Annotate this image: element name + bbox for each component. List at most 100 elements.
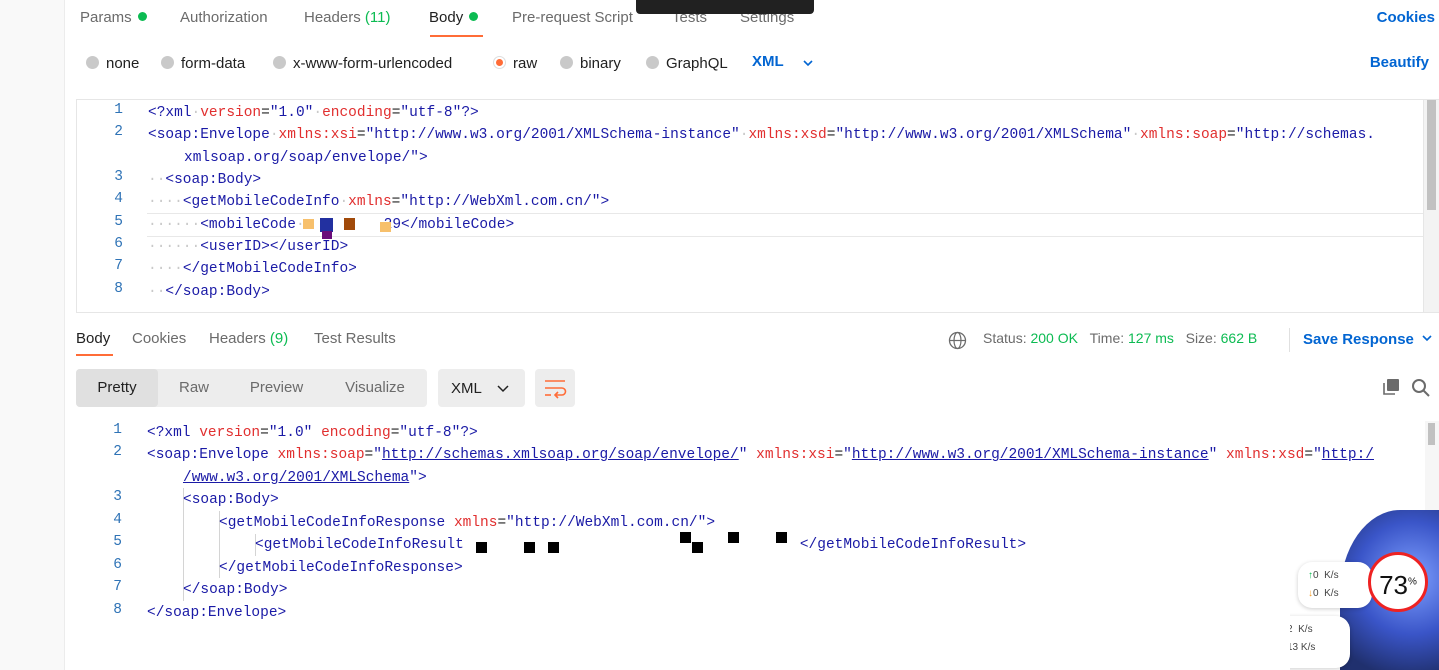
redaction-block (776, 532, 787, 543)
status-code[interactable]: 200 OK (1030, 330, 1077, 346)
line-number: 4 (113, 512, 122, 528)
redaction-block (728, 532, 739, 543)
radio-none[interactable]: none (86, 55, 139, 72)
schema-link[interactable]: http:/ (1322, 447, 1374, 463)
beautify-button[interactable]: Beautify (1370, 54, 1429, 71)
line-number: 5 (114, 214, 123, 230)
wrap-lines-button[interactable] (535, 369, 575, 407)
tab-authorization[interactable]: Authorization (180, 9, 268, 26)
line-number: 2 (113, 444, 122, 460)
code-line: </getMobileCodeInfoResponse> (219, 560, 463, 576)
line-number: 5 (113, 534, 122, 550)
copy-icon[interactable] (1381, 378, 1401, 401)
line-number: 1 (113, 422, 122, 438)
cpu-gauge: 73% (1368, 552, 1428, 612)
code-line-wrapped: xmlsoap.org/soap/envelope/"> (184, 150, 428, 166)
language-select[interactable]: XML (752, 53, 784, 70)
response-body-viewer[interactable]: 1 2 3 4 5 6 7 8 <?xml version="1.0" enco… (76, 421, 1439, 670)
code-line: ··<soap:Body> (148, 172, 262, 188)
response-tab-body[interactable]: Body (76, 330, 110, 347)
tab-headers[interactable]: Headers (11) (304, 9, 390, 26)
code-line: <getMobileCodeInfoResult </getMobileCodeI… (255, 537, 1027, 553)
radio-graphql[interactable]: GraphQL (646, 55, 728, 72)
view-mode-group: Pretty Raw Preview Visualize (76, 369, 427, 407)
cookies-link[interactable]: Cookies (1377, 9, 1435, 26)
left-gutter (0, 0, 65, 670)
line-number: 1 (114, 102, 123, 118)
radio-x-www-form-urlencoded[interactable]: x-www-form-urlencoded (273, 55, 452, 72)
line-number: 2 (114, 124, 123, 140)
tab-pre-request-script[interactable]: Pre-request Script (512, 9, 633, 26)
speed-card: ↑0 K/s ↓0 K/s (1298, 562, 1372, 608)
redaction-block (320, 218, 333, 232)
line-number: 7 (113, 579, 122, 595)
globe-icon[interactable] (948, 331, 967, 355)
view-raw-button[interactable]: Raw (158, 369, 230, 407)
code-line: <soap:Body> (183, 492, 279, 508)
save-response-button[interactable]: Save Response (1303, 331, 1434, 348)
code-line-wrapped: /www.w3.org/2001/XMLSchema"> (183, 470, 427, 486)
tab-params[interactable]: Params (80, 9, 147, 26)
schema-link[interactable]: /www.w3.org/2001/XMLSchema (183, 470, 409, 486)
active-tab-underline (430, 35, 483, 37)
code-line: <getMobileCodeInfoResponse xmlns="http:/… (219, 515, 716, 531)
speed-card: ↑2 K/s ↓13 K/s (1290, 616, 1350, 668)
radio-binary[interactable]: binary (560, 55, 621, 72)
body-type-radios: none form-data x-www-form-urlencoded raw… (86, 52, 1439, 76)
view-preview-button[interactable]: Preview (230, 369, 323, 407)
scrollbar-thumb[interactable] (1427, 100, 1436, 210)
active-tab-underline (76, 354, 113, 356)
chevron-down-icon (496, 379, 510, 400)
params-dot-indicator (137, 12, 147, 21)
tab-body[interactable]: Body (429, 9, 479, 26)
radio-raw[interactable]: raw (493, 55, 537, 72)
line-number: 6 (113, 557, 122, 573)
schema-link[interactable]: http://schemas.xmlsoap.org/soap/envelope… (382, 447, 739, 463)
code-line: <?xml version="1.0" encoding="utf-8"?> (147, 425, 478, 441)
format-select[interactable]: XML (438, 369, 525, 407)
line-number: 4 (114, 191, 123, 207)
response-time[interactable]: 127 ms (1128, 330, 1174, 346)
view-pretty-button[interactable]: Pretty (76, 369, 158, 407)
code-line: <?xml·version="1.0"·encoding="utf-8"?> (148, 105, 479, 121)
code-line: <soap:Envelope·xmlns:xsi="http://www.w3.… (148, 127, 1375, 143)
network-monitor-widget[interactable]: ↑0 K/s ↓0 K/s 73% ↑2 K/s ↓13 K/s (1290, 510, 1439, 670)
redaction-block (380, 222, 391, 232)
line-number: 8 (113, 602, 122, 618)
code-line: ····</getMobileCodeInfo> (148, 261, 357, 277)
line-number: 6 (114, 236, 123, 252)
redaction-block (692, 542, 703, 553)
body-dot-indicator (469, 12, 479, 21)
response-tab-headers[interactable]: Headers (9) (209, 330, 288, 347)
redaction-block (524, 542, 535, 553)
search-icon[interactable] (1411, 378, 1431, 403)
chevron-down-icon (1422, 335, 1432, 342)
redaction-block (303, 219, 314, 229)
code-line: <soap:Envelope xmlns:soap="http://schema… (147, 447, 1374, 463)
response-tab-cookies[interactable]: Cookies (132, 330, 186, 347)
redaction-block (548, 542, 559, 553)
editor-scrollbar[interactable] (1423, 100, 1439, 312)
tooltip (636, 0, 814, 14)
radio-form-data[interactable]: form-data (161, 55, 245, 72)
scrollbar-thumb[interactable] (1428, 423, 1435, 445)
redaction-block (344, 218, 355, 230)
schema-link[interactable]: http://www.w3.org/2001/XMLSchema-instanc… (852, 447, 1209, 463)
line-number: 7 (114, 258, 123, 274)
line-number: 3 (113, 489, 122, 505)
code-line: ····<getMobileCodeInfo·xmlns="http://Web… (148, 194, 610, 210)
redaction-block (680, 532, 691, 543)
request-body-editor[interactable]: 1 2 3 4 5 6 7 8 <?xml·version="1.0"·enco… (76, 99, 1439, 313)
response-status: Status: 200 OK Time: 127 ms Size: 662 B (983, 330, 1258, 346)
response-tab-test-results[interactable]: Test Results (314, 330, 396, 347)
divider (1289, 328, 1290, 352)
code-line: </soap:Body> (183, 582, 288, 598)
line-number: 3 (114, 169, 123, 185)
wrap-icon (545, 380, 567, 399)
view-visualize-button[interactable]: Visualize (323, 369, 427, 407)
code-line: </soap:Envelope> (147, 605, 287, 621)
chevron-down-icon[interactable] (802, 52, 814, 77)
response-size[interactable]: 662 B (1221, 330, 1258, 346)
line-number: 8 (114, 281, 123, 297)
code-line: ··</soap:Body> (148, 284, 270, 300)
